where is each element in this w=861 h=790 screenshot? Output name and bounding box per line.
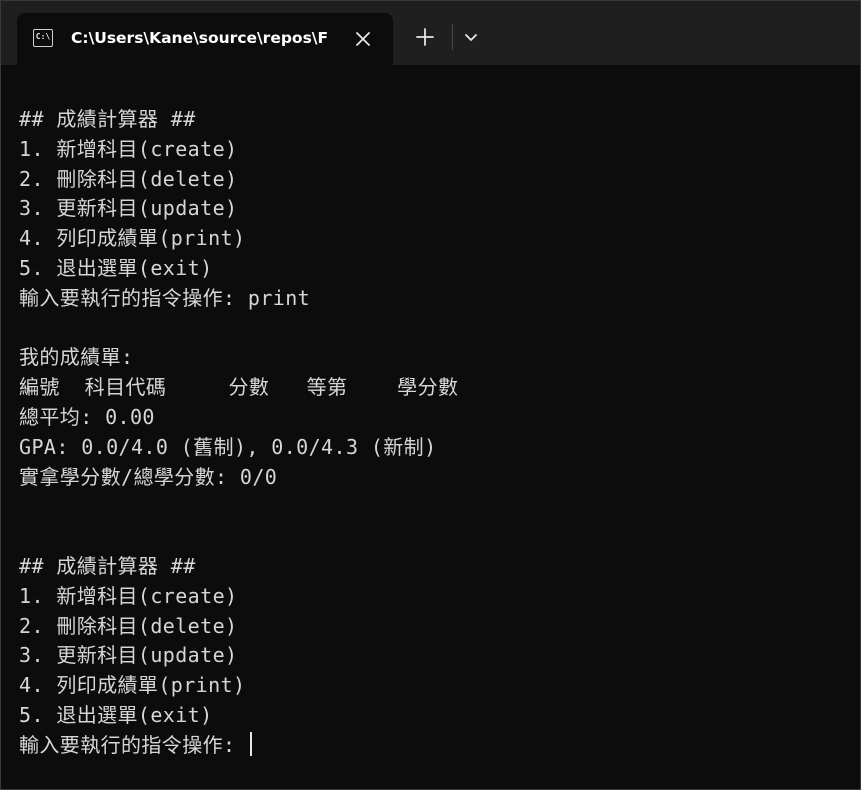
terminal-icon: C:\ <box>33 29 53 47</box>
tab-bar: C:\ C:\Users\Kane\source\repos\F <box>1 1 860 65</box>
tab-active[interactable]: C:\ C:\Users\Kane\source\repos\F <box>17 13 393 65</box>
terminal-line: ## 成績計算器 ## <box>19 107 196 131</box>
terminal-line: 2. 刪除科目(delete) <box>19 613 238 638</box>
terminal-line: ## 成績計算器 ## <box>19 553 196 578</box>
terminal-prompt: 輸入要執行的指令操作: <box>19 732 248 757</box>
terminal-line: GPA: 0.0/4.0 (舊制), 0.0/4.3 (新制) <box>19 434 437 459</box>
terminal-line: 4. 列印成績單(print) <box>19 226 246 251</box>
terminal-line: 3. 更新科目(update) <box>19 643 238 668</box>
terminal-text: ## 成績計算器 ## 1. 新增科目(create) 2. 刪除科目(delete… <box>19 105 458 761</box>
chevron-down-icon[interactable] <box>461 27 481 47</box>
terminal-line: 5. 退出選單(exit) <box>19 255 213 280</box>
terminal-line: 我的成績單: <box>19 345 134 370</box>
terminal-line: 總平均: 0.00 <box>19 404 155 429</box>
terminal-line: 1. 新增科目(create) <box>19 583 238 608</box>
plus-icon[interactable] <box>413 25 437 49</box>
terminal-line: 輸入要執行的指令操作: print <box>19 285 311 310</box>
terminal-line: 4. 列印成績單(print) <box>19 673 246 698</box>
close-icon[interactable] <box>351 27 375 51</box>
terminal-prompt-line[interactable]: 輸入要執行的指令操作: <box>19 731 458 761</box>
text-cursor <box>249 731 252 756</box>
terminal-line: 2. 刪除科目(delete) <box>19 166 238 191</box>
terminal-line: 實拿學分數/總學分數: 0/0 <box>19 464 278 489</box>
terminal-line: 編號 科目代碼 分數 等第 學分數 <box>19 375 459 400</box>
terminal-window: C:\ C:\Users\Kane\source\repos\F ## 成績計算… <box>0 0 861 790</box>
terminal-line: 5. 退出選單(exit) <box>19 702 213 727</box>
terminal-output[interactable]: ## 成績計算器 ## 1. 新增科目(create) 2. 刪除科目(delete… <box>1 65 860 789</box>
terminal-line: 1. 新增科目(create) <box>19 136 238 161</box>
terminal-line: 3. 更新科目(update) <box>19 196 238 221</box>
tab-title: C:\Users\Kane\source\repos\F <box>71 29 329 47</box>
tab-separator <box>452 24 453 50</box>
